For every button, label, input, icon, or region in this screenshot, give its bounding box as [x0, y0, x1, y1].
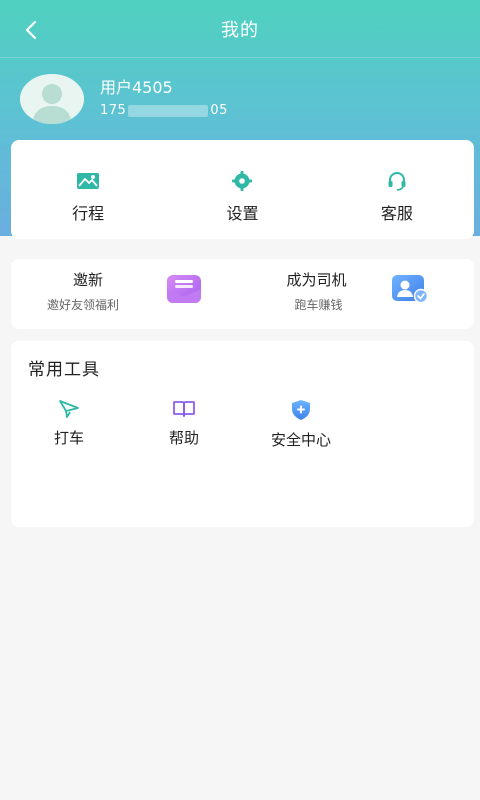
user-avatar-icon [20, 74, 84, 124]
tool-item-label: 打车 [53, 429, 84, 447]
book-icon [173, 401, 195, 417]
tools-title: 常用工具 [28, 360, 100, 380]
back-button[interactable] [16, 17, 46, 43]
promo-subtitle: 邀好友领福利 [47, 298, 120, 312]
promo-invite[interactable]: 邀新 邀好友领福利 [11, 259, 243, 329]
main-menu-card: 行程 设置 客服 [11, 140, 474, 239]
envelope-icon [167, 275, 201, 303]
phone-mask [128, 104, 209, 117]
tool-item-safety-center[interactable]: 安全中心 [256, 399, 346, 450]
promo-card: 邀新 邀好友领福利 成为司机 跑车赚钱 [11, 259, 474, 329]
menu-item-label: 客服 [380, 204, 413, 223]
promo-become-driver[interactable]: 成为司机 跑车赚钱 [243, 259, 475, 329]
promo-title: 邀新 [73, 271, 104, 289]
tool-item-label: 安全中心 [270, 431, 331, 449]
tools-card: 常用工具 打车 帮助 安全中心 [11, 341, 474, 527]
avatar[interactable] [20, 74, 84, 124]
user-phone: 175 05 [100, 101, 228, 121]
user-name: 用户4505 [100, 78, 173, 97]
promo-subtitle: 跑车赚钱 [294, 298, 343, 312]
user-profile[interactable]: 用户4505 175 05 [20, 73, 228, 125]
paper-plane-icon [59, 400, 79, 418]
page-title: 我的 [221, 19, 259, 41]
phone-prefix: 175 [100, 103, 127, 118]
headset-icon [388, 172, 406, 191]
shield-icon [292, 400, 310, 420]
chevron-left-icon [25, 20, 37, 40]
phone-suffix: 05 [210, 103, 228, 118]
menu-item-settings[interactable]: 设置 [165, 140, 319, 239]
user-info: 用户4505 175 05 [100, 77, 228, 121]
profile-page: 我的 用户4505 175 05 行程 设置 客服 邀新 邀好友领福利 成为司机… [0, 0, 480, 800]
tool-item-help[interactable]: 帮助 [139, 399, 229, 448]
trip-icon [77, 173, 100, 189]
promo-title: 成为司机 [286, 271, 347, 289]
menu-item-label: 行程 [72, 204, 105, 223]
gear-icon [232, 171, 253, 191]
tool-item-taxi[interactable]: 打车 [24, 399, 114, 448]
tool-item-label: 帮助 [168, 429, 199, 447]
navbar: 我的 [0, 0, 480, 58]
driver-card-icon [391, 275, 428, 304]
menu-item-label: 设置 [226, 204, 259, 223]
menu-item-trips[interactable]: 行程 [11, 140, 165, 239]
menu-item-customer-service[interactable]: 客服 [320, 140, 474, 239]
